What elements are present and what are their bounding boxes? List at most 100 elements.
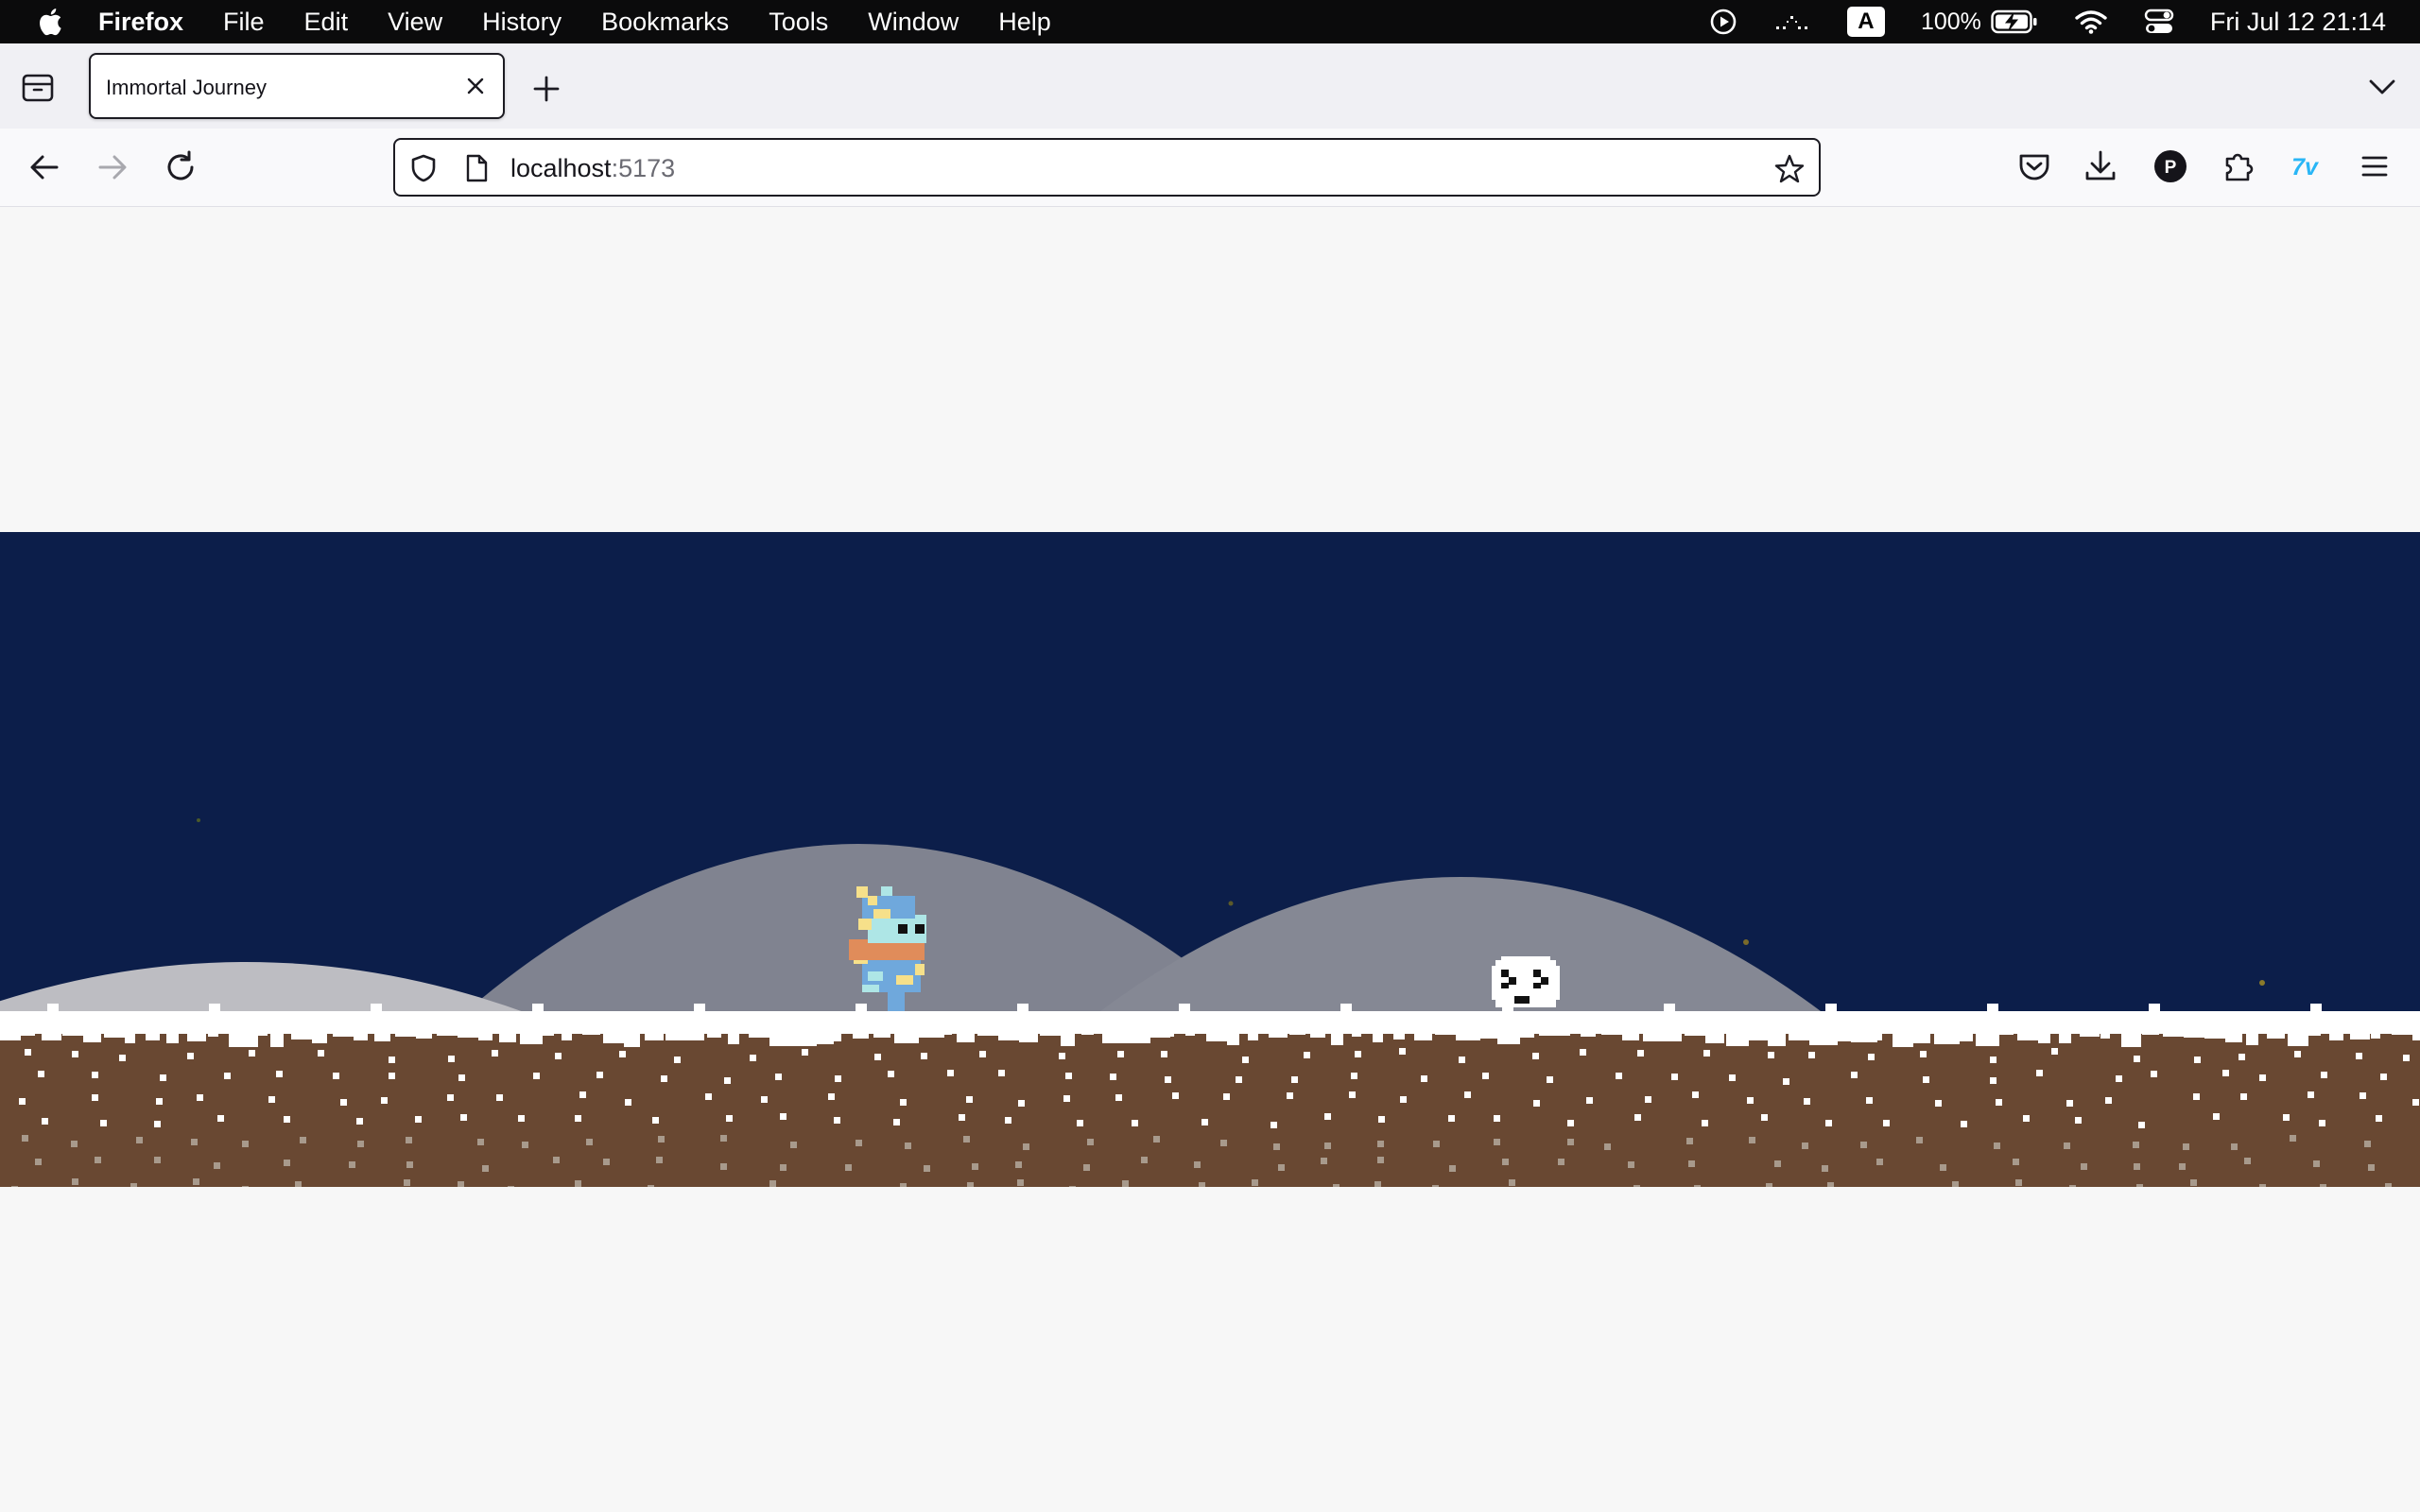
ground-speckle xyxy=(242,1186,249,1187)
ground-speckle xyxy=(71,1141,78,1147)
ground-speckle xyxy=(1110,1074,1116,1080)
menubar-clock[interactable]: Fri Jul 12 21:14 xyxy=(2210,8,2386,37)
ground-speckle xyxy=(1876,1159,1883,1165)
bookmark-star-icon[interactable] xyxy=(1773,153,1806,185)
play-circle-icon[interactable] xyxy=(1709,8,1737,36)
reload-icon[interactable] xyxy=(161,147,200,187)
ground-speckle xyxy=(1580,1049,1586,1056)
ground-speckle xyxy=(1586,1097,1593,1104)
ground-speckle xyxy=(404,1179,410,1186)
battery-status[interactable]: 100% xyxy=(1921,9,2038,36)
menu-app-name[interactable]: Firefox xyxy=(98,8,183,37)
ground-speckle xyxy=(856,1140,862,1146)
address-bar[interactable]: localhost:5173 xyxy=(393,138,1821,197)
list-all-tabs-chevron-icon[interactable] xyxy=(2367,74,2397,100)
snow-lump xyxy=(2288,1031,2308,1046)
ground-speckle xyxy=(1153,1136,1160,1143)
ground-speckle xyxy=(154,1157,161,1163)
snow-lump xyxy=(374,1031,390,1041)
tab-title: Immortal Journey xyxy=(106,76,267,99)
snow-lump xyxy=(853,1031,869,1039)
extensions-icon[interactable] xyxy=(2220,147,2257,185)
tracking-protection-shield-icon[interactable] xyxy=(408,153,439,183)
input-source-icon[interactable]: A xyxy=(1846,7,1885,37)
menu-file[interactable]: File xyxy=(223,8,265,37)
ground-speckle xyxy=(1688,1160,1695,1167)
pocket-icon[interactable] xyxy=(2015,147,2053,185)
ground-speckle xyxy=(242,1141,249,1147)
ground-speckle xyxy=(674,1057,681,1063)
ground-speckle xyxy=(381,1097,388,1104)
battery-icon xyxy=(1991,9,2037,34)
ground-speckle xyxy=(1634,1185,1640,1187)
menu-bookmarks[interactable]: Bookmarks xyxy=(601,8,729,37)
ground-speckle xyxy=(1567,1120,1574,1126)
ground-speckle xyxy=(95,1157,101,1163)
control-center-icon[interactable] xyxy=(2144,8,2174,36)
app-menu-hamburger-icon[interactable] xyxy=(2356,147,2394,185)
snow-lump xyxy=(1185,1031,1195,1036)
ground-speckle xyxy=(1291,1076,1298,1083)
ground-speckle xyxy=(921,1053,927,1059)
menu-tools[interactable]: Tools xyxy=(769,8,828,37)
forward-arrow-icon[interactable] xyxy=(93,147,132,187)
snow-lump xyxy=(2121,1031,2141,1047)
ground-speckle xyxy=(1634,1114,1641,1121)
downloads-icon[interactable] xyxy=(2082,147,2119,185)
ground-speckle xyxy=(2321,1072,2327,1078)
snow-post xyxy=(209,1004,220,1013)
back-arrow-icon[interactable] xyxy=(25,147,64,187)
page-info-icon[interactable] xyxy=(463,153,490,183)
ground-speckle xyxy=(1069,1186,1076,1187)
ground-speckle xyxy=(1494,1139,1500,1145)
ground-speckle xyxy=(1827,1182,1834,1187)
ground-speckle xyxy=(575,1180,581,1187)
snow-lump xyxy=(520,1031,543,1044)
ground-speckle xyxy=(1287,1092,1293,1099)
close-tab-icon[interactable] xyxy=(463,74,488,98)
extension-7tv-icon[interactable]: 7v xyxy=(2286,147,2324,185)
menu-view[interactable]: View xyxy=(388,8,442,37)
menu-edit[interactable]: Edit xyxy=(304,8,349,37)
menu-help[interactable]: Help xyxy=(998,8,1051,37)
ground-speckle xyxy=(2222,1070,2229,1076)
ground-speckle xyxy=(1172,1092,1179,1099)
ground-speckle xyxy=(1165,1076,1171,1083)
ground-speckle xyxy=(193,1178,199,1185)
ground-speckle xyxy=(1729,1074,1736,1081)
ground-speckle xyxy=(761,1096,768,1103)
new-tab-plus-icon[interactable] xyxy=(529,72,563,106)
menu-history[interactable]: History xyxy=(482,8,562,37)
ground-speckle xyxy=(295,1181,302,1187)
star xyxy=(1743,939,1749,945)
apple-logo-icon[interactable] xyxy=(36,6,68,38)
ground-speckle xyxy=(596,1072,603,1078)
ground-speckle xyxy=(42,1118,48,1125)
ground-speckle xyxy=(2283,1114,2290,1121)
game-canvas[interactable] xyxy=(0,532,2420,1187)
snow-lump xyxy=(416,1031,432,1039)
ground-speckle xyxy=(448,1056,455,1062)
snow-lump xyxy=(2371,1031,2380,1039)
ground-speckle xyxy=(35,1159,42,1165)
firefox-view-icon[interactable] xyxy=(19,68,57,106)
ground-speckle xyxy=(1851,1072,1858,1078)
display-icon[interactable] xyxy=(1773,8,1811,36)
ground-speckle xyxy=(2356,1053,2362,1059)
ground-speckle xyxy=(1766,1183,1772,1187)
battery-percent: 100% xyxy=(1920,8,1981,35)
tab-immortal-journey[interactable]: Immortal Journey xyxy=(89,53,505,119)
snow-post xyxy=(1179,1004,1190,1013)
wifi-icon[interactable] xyxy=(2074,9,2108,35)
star xyxy=(1228,901,1234,906)
ground-speckle xyxy=(1671,1074,1678,1080)
url-text[interactable]: localhost:5173 xyxy=(510,154,675,183)
macos-menu-bar: Firefox File Edit View History Bookmarks… xyxy=(0,0,2420,43)
ground-speckle xyxy=(477,1139,484,1145)
snow-lump xyxy=(312,1031,327,1043)
menu-window[interactable]: Window xyxy=(868,8,959,37)
profile-icon[interactable]: P xyxy=(2152,147,2189,185)
ground-speckle xyxy=(790,1142,797,1148)
ground-speckle xyxy=(2319,1120,2325,1126)
ground-speckle xyxy=(2136,1184,2143,1187)
